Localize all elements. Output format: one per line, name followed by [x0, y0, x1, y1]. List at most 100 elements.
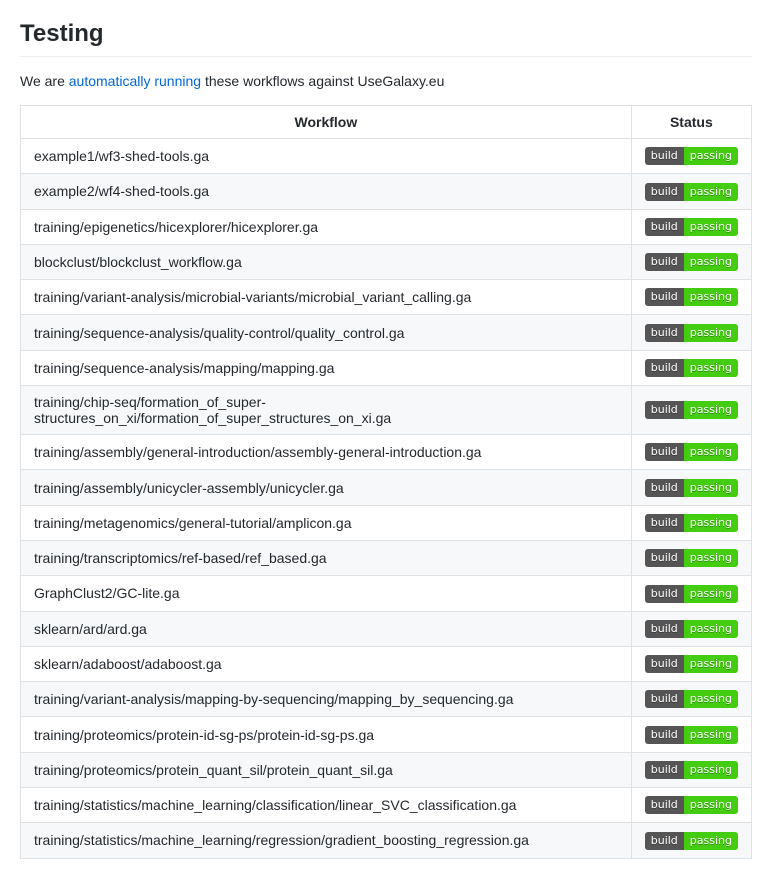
badge-status: passing [684, 796, 738, 814]
table-row: training/statistics/machine_learning/reg… [21, 823, 752, 858]
status-cell: buildpassing [631, 280, 751, 315]
workflow-cell: training/proteomics/protein-id-sg-ps/pro… [21, 717, 632, 752]
badge-status: passing [684, 183, 738, 201]
badge-label: build [645, 655, 684, 673]
status-cell: buildpassing [631, 470, 751, 505]
build-status-badge[interactable]: buildpassing [645, 761, 738, 779]
badge-label: build [645, 218, 684, 236]
workflow-cell: example2/wf4-shed-tools.ga [21, 174, 632, 209]
badge-label: build [645, 796, 684, 814]
badge-label: build [645, 479, 684, 497]
workflow-cell: blockclust/blockclust_workflow.ga [21, 244, 632, 279]
workflow-cell: example1/wf3-shed-tools.ga [21, 139, 632, 174]
badge-label: build [645, 288, 684, 306]
table-row: training/assembly/unicycler-assembly/uni… [21, 470, 752, 505]
build-status-badge[interactable]: buildpassing [645, 585, 738, 603]
status-cell: buildpassing [631, 244, 751, 279]
build-status-badge[interactable]: buildpassing [645, 147, 738, 165]
workflow-header: Workflow [21, 106, 632, 139]
table-row: training/variant-analysis/mapping-by-seq… [21, 682, 752, 717]
status-cell: buildpassing [631, 350, 751, 385]
table-row: sklearn/adaboost/adaboost.ga buildpassing [21, 646, 752, 681]
build-status-badge[interactable]: buildpassing [645, 324, 738, 342]
badge-label: build [645, 183, 684, 201]
table-row: example1/wf3-shed-tools.ga buildpassing [21, 139, 752, 174]
badge-status: passing [684, 401, 738, 419]
status-cell: buildpassing [631, 611, 751, 646]
badge-label: build [645, 761, 684, 779]
build-status-badge[interactable]: buildpassing [645, 359, 738, 377]
badge-label: build [645, 514, 684, 532]
badge-status: passing [684, 324, 738, 342]
table-row: GraphClust2/GC-lite.ga buildpassing [21, 576, 752, 611]
build-status-badge[interactable]: buildpassing [645, 514, 738, 532]
workflow-cell: training/sequence-analysis/mapping/mappi… [21, 350, 632, 385]
build-status-badge[interactable]: buildpassing [645, 655, 738, 673]
badge-label: build [645, 549, 684, 567]
badge-status: passing [684, 620, 738, 638]
status-cell: buildpassing [631, 576, 751, 611]
build-status-badge[interactable]: buildpassing [645, 549, 738, 567]
badge-status: passing [684, 655, 738, 673]
build-status-badge[interactable]: buildpassing [645, 253, 738, 271]
workflow-cell: training/statistics/machine_learning/cla… [21, 788, 632, 823]
build-status-badge[interactable]: buildpassing [645, 401, 738, 419]
build-status-badge[interactable]: buildpassing [645, 218, 738, 236]
status-cell: buildpassing [631, 646, 751, 681]
build-status-badge[interactable]: buildpassing [645, 620, 738, 638]
table-row: training/proteomics/protein_quant_sil/pr… [21, 752, 752, 787]
table-row: sklearn/ard/ard.gabuildpassing [21, 611, 752, 646]
workflow-cell: training/epigenetics/hicexplorer/hicexpl… [21, 209, 632, 244]
status-cell: buildpassing [631, 174, 751, 209]
workflow-cell: training/sequence-analysis/quality-contr… [21, 315, 632, 350]
table-row: training/epigenetics/hicexplorer/hicexpl… [21, 209, 752, 244]
build-status-badge[interactable]: buildpassing [645, 690, 738, 708]
build-status-badge[interactable]: buildpassing [645, 726, 738, 744]
table-row: training/assembly/general-introduction/a… [21, 435, 752, 470]
badge-status: passing [684, 690, 738, 708]
build-status-badge[interactable]: buildpassing [645, 832, 738, 850]
table-row: blockclust/blockclust_workflow.ga buildpa… [21, 244, 752, 279]
status-cell: buildpassing [631, 139, 751, 174]
status-cell: buildpassing [631, 505, 751, 540]
workflow-cell: training/proteomics/protein_quant_sil/pr… [21, 752, 632, 787]
workflow-cell: GraphClust2/GC-lite.ga [21, 576, 632, 611]
automatically-running-link[interactable]: automatically running [69, 73, 201, 89]
badge-label: build [645, 253, 684, 271]
badge-label: build [645, 359, 684, 377]
badge-label: build [645, 401, 684, 419]
workflow-cell: training/variant-analysis/mapping-by-seq… [21, 682, 632, 717]
workflow-cell: training/assembly/general-introduction/a… [21, 435, 632, 470]
badge-label: build [645, 726, 684, 744]
build-status-badge[interactable]: buildpassing [645, 183, 738, 201]
status-cell: buildpassing [631, 540, 751, 575]
table-row: training/sequence-analysis/quality-contr… [21, 315, 752, 350]
status-cell: buildpassing [631, 435, 751, 470]
badge-status: passing [684, 549, 738, 567]
table-row: example2/wf4-shed-tools.ga buildpassing [21, 174, 752, 209]
status-cell: buildpassing [631, 717, 751, 752]
status-cell: buildpassing [631, 752, 751, 787]
badge-status: passing [684, 761, 738, 779]
workflow-cell: sklearn/adaboost/adaboost.ga [21, 646, 632, 681]
badge-label: build [645, 832, 684, 850]
badge-label: build [645, 585, 684, 603]
badge-status: passing [684, 147, 738, 165]
workflows-table: Workflow Status example1/wf3-shed-tools.… [20, 105, 752, 859]
status-cell: buildpassing [631, 788, 751, 823]
intro-paragraph: We are automatically running these workf… [20, 73, 752, 89]
status-cell: buildpassing [631, 209, 751, 244]
build-status-badge[interactable]: buildpassing [645, 288, 738, 306]
badge-label: build [645, 147, 684, 165]
build-status-badge[interactable]: buildpassing [645, 796, 738, 814]
table-row: training/proteomics/protein-id-sg-ps/pro… [21, 717, 752, 752]
build-status-badge[interactable]: buildpassing [645, 479, 738, 497]
badge-status: passing [684, 359, 738, 377]
section-heading: Testing [20, 20, 752, 57]
workflow-cell: training/transcriptomics/ref-based/ref_b… [21, 540, 632, 575]
build-status-badge[interactable]: buildpassing [645, 443, 738, 461]
table-row: training/statistics/machine_learning/cla… [21, 788, 752, 823]
table-row: training/metagenomics/general-tutorial/a… [21, 505, 752, 540]
badge-status: passing [684, 514, 738, 532]
status-cell: buildpassing [631, 315, 751, 350]
